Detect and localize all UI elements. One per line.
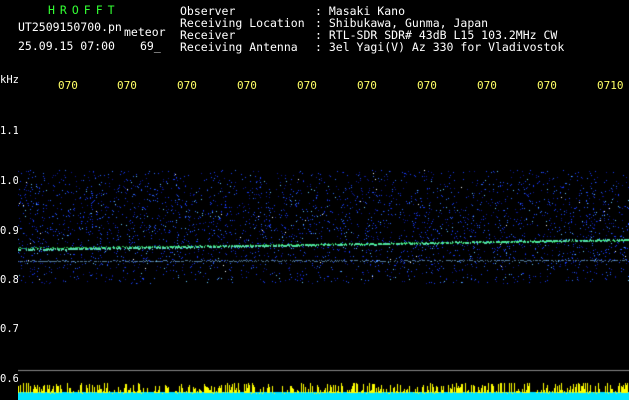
time-tick-label: 070 bbox=[357, 79, 377, 92]
time-tick-label: 070 bbox=[297, 79, 317, 92]
time-tick-label: 070 bbox=[537, 79, 557, 92]
spectrogram bbox=[18, 98, 629, 400]
antenna-label: Receiving Antenna bbox=[180, 40, 298, 54]
time-tick-label: 070 bbox=[477, 79, 497, 92]
filename-label: UT2509150700.pn bbox=[18, 20, 122, 34]
antenna-value: : 3el Yagi(V) Az 330 for Vladivostok bbox=[315, 40, 565, 54]
freq-label: 0.9 bbox=[0, 225, 19, 237]
time-tick-label: 0710 bbox=[597, 79, 624, 92]
time-tick-label: 070 bbox=[177, 79, 197, 92]
logo-text: HROFFT bbox=[48, 3, 120, 17]
time-tick-label: 070 bbox=[417, 79, 437, 92]
freq-label: 0.8 bbox=[0, 274, 19, 286]
freq-label: 0.7 bbox=[0, 323, 19, 335]
time-tick-label: 070 bbox=[117, 79, 137, 92]
mode-label: meteor bbox=[124, 25, 166, 39]
date-time-label: 25.09.15 07:00 bbox=[18, 39, 115, 53]
freq-label: 1.1 bbox=[0, 125, 19, 137]
count-label: 69_ bbox=[140, 39, 161, 53]
freq-label: 1.0 bbox=[0, 175, 19, 187]
time-tick-label: 070 bbox=[237, 79, 257, 92]
time-tick-label: 070 bbox=[58, 79, 78, 92]
freq-label: 0.6 bbox=[0, 373, 19, 385]
unit-label: kHz bbox=[0, 74, 19, 86]
spectrogram-canvas bbox=[18, 98, 629, 400]
